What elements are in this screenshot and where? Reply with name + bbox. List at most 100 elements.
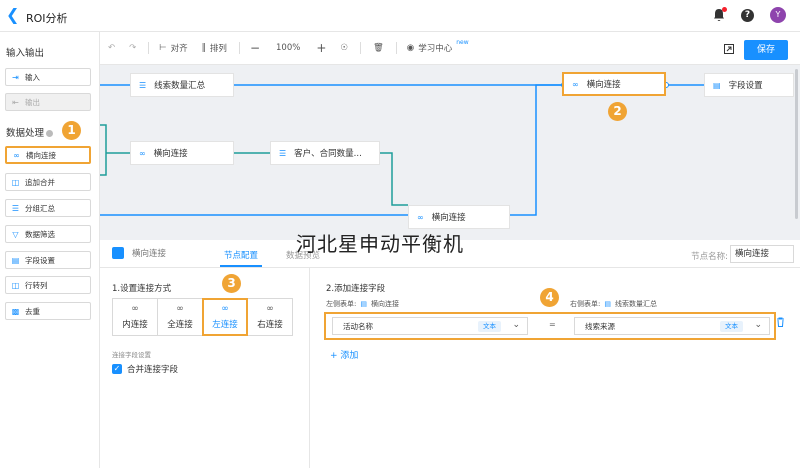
right-table-label: 右侧表单: ▤ 线索数量汇总 <box>570 300 657 308</box>
right-field-select[interactable]: 线索来源 文本 ⌄ <box>574 317 770 335</box>
link-icon: ∞ <box>417 212 424 222</box>
field-type-tag: 文本 <box>720 321 743 332</box>
link-icon: ∞ <box>266 304 274 314</box>
toolbar-divider <box>148 42 150 54</box>
selected-node-chip: 横向连接 <box>112 247 166 259</box>
redo-icon[interactable]: ↷ <box>129 43 136 53</box>
learning-center-button[interactable]: ◉ 学习中心 new <box>406 38 469 55</box>
export-icon[interactable] <box>724 44 734 57</box>
checkmark-icon: ✓ <box>112 364 122 374</box>
filter-icon: ▽ <box>12 229 19 239</box>
pivot-icon: ◫ <box>11 280 20 290</box>
palette-item-group[interactable]: ☰ 分组汇总 <box>5 199 91 217</box>
canvas-node-lead-summary[interactable]: ☰ 线索数量汇总 <box>130 73 234 97</box>
palette-item-output: ⇤ 输出 <box>5 93 91 111</box>
link-icon: ∞ <box>176 304 184 314</box>
arrange-button[interactable]: ‖ 排列 <box>202 42 227 54</box>
group-icon: ☰ <box>11 203 20 213</box>
help-icon[interactable]: ? <box>741 8 754 22</box>
save-button[interactable]: 保存 <box>744 40 788 60</box>
node-name-input[interactable]: 横向连接 <box>730 245 794 263</box>
palette-item-filter[interactable]: ▽ 数据筛选 <box>5 225 91 243</box>
join-type-section: 1.设置连接方式 3 ∞ 内连接 ∞ 全连接 ∞ 左连接 ∞ 右连接 连接字段设置 ✓ … <box>100 268 310 468</box>
palette-item-field-settings[interactable]: ▤ 字段设置 <box>5 251 91 269</box>
left-table-label: 左侧表单: ▤ 横向连接 <box>326 300 399 308</box>
align-button[interactable]: ⊢ 对齐 <box>159 42 187 54</box>
toolbar: ↶ ↷ ⊢ 对齐 ‖ 排列 − 100% + ☉ 🗑 ◉ 学习中心 new 保存 <box>100 32 800 65</box>
zoom-in-icon[interactable]: + <box>316 41 326 55</box>
undo-icon[interactable]: ↶ <box>108 43 115 53</box>
link-icon: ∞ <box>221 304 229 314</box>
zoom-out-icon[interactable]: − <box>250 41 260 55</box>
delete-icon[interactable]: 🗑 <box>373 43 384 53</box>
process-section-title: 数据处理 <box>6 125 54 139</box>
canvas-node-field-settings[interactable]: ▤ 字段设置 <box>704 73 794 97</box>
left-field-select[interactable]: 活动名称 文本 ⌄ <box>332 317 528 335</box>
palette-item-append[interactable]: ◫ 追加合并 <box>5 173 91 191</box>
learning-icon: ◉ <box>406 43 415 53</box>
info-icon <box>46 130 54 137</box>
group-icon: ☰ <box>279 148 287 158</box>
notification-dot <box>722 7 727 12</box>
field-settings-icon: ▤ <box>11 255 20 265</box>
field-type-tag: 文本 <box>478 321 501 332</box>
palette-item-horizontal-join[interactable]: ∞ 横向连接 <box>5 146 91 164</box>
step-badge-4: 4 <box>540 288 559 307</box>
link-icon: ∞ <box>13 150 20 160</box>
flow-canvas[interactable]: ☰ 线索数量汇总 ∞ 横向连接 ☰ 客户、合同数量... ∞ 横向连接 ∞ 横向连接 ▤ 字… <box>100 65 800 240</box>
node-config-panel: 横向连接 节点配置 数据预览 节点名称: 横向连接 1.设置连接方式 3 ∞ 内连… <box>100 240 800 468</box>
delete-row-icon[interactable] <box>776 317 785 330</box>
dedupe-icon: ▩ <box>11 306 20 316</box>
node-name-label: 节点名称: <box>691 252 728 262</box>
zoom-level: 100% <box>276 43 301 53</box>
canvas-node-customer-contract[interactable]: ☰ 客户、合同数量... <box>270 141 380 165</box>
canvas-node-join-1[interactable]: ∞ 横向连接 <box>130 141 234 165</box>
join-right-button[interactable]: ∞ 右连接 <box>247 298 293 336</box>
canvas-node-join-selected[interactable]: ∞ 横向连接 <box>562 72 666 96</box>
align-icon: ⊢ <box>159 43 167 53</box>
link-icon <box>112 247 124 259</box>
tab-node-config[interactable]: 节点配置 <box>224 249 258 261</box>
join-left-button[interactable]: ∞ 左连接 <box>202 298 248 336</box>
join-field-settings-label: 连接字段设置 <box>112 351 151 359</box>
top-actions: ? Y <box>713 7 786 23</box>
join-fields-section: 2.添加连接字段 左侧表单: ▤ 横向连接 4 右侧表单: ▤ 线索数量汇总 活动名称 … <box>320 268 800 468</box>
link-icon: ∞ <box>139 148 146 158</box>
toolbar-divider <box>238 42 240 54</box>
palette-item-pivot[interactable]: ◫ 行转列 <box>5 276 91 294</box>
new-tag: new <box>456 38 469 46</box>
top-bar: ❮ ROI分析 ? Y <box>0 0 800 32</box>
add-field-button[interactable]: + 添加 <box>330 348 358 361</box>
field-settings-icon: ▤ <box>713 80 721 90</box>
append-icon: ◫ <box>11 177 20 187</box>
join-field-mapping-row: 活动名称 文本 ⌄ = 线索来源 文本 ⌄ <box>324 312 776 340</box>
table-icon: ▤ <box>360 300 367 308</box>
palette-item-input[interactable]: ⇥ 输入 <box>5 68 91 86</box>
logout-arrow-icon: ⇤ <box>12 97 19 107</box>
avatar[interactable]: Y <box>770 7 786 23</box>
watermark-text: 河北星申动平衡机 <box>296 232 464 256</box>
palette-item-dedupe[interactable]: ▩ 去重 <box>5 302 91 320</box>
fit-view-icon[interactable]: ☉ <box>340 43 348 53</box>
equals-sign: = <box>549 320 556 329</box>
canvas-scrollbar[interactable] <box>795 69 798 219</box>
step-badge-2: 2 <box>608 102 627 121</box>
toolbar-divider <box>395 42 397 54</box>
toolbar-divider <box>360 42 361 54</box>
step-badge-3: 3 <box>222 274 241 293</box>
login-arrow-icon: ⇥ <box>12 72 19 82</box>
join-fields-title: 2.添加连接字段 <box>326 284 386 294</box>
link-icon: ∞ <box>572 79 579 89</box>
active-tab-indicator <box>220 265 262 267</box>
merge-fields-checkbox[interactable]: ✓ 合并连接字段 <box>112 363 178 375</box>
link-icon: ∞ <box>131 304 139 314</box>
canvas-node-join-2[interactable]: ∞ 横向连接 <box>408 205 510 229</box>
io-section-title: 输入输出 <box>6 48 45 59</box>
join-inner-button[interactable]: ∞ 内连接 <box>112 298 158 336</box>
back-icon[interactable]: ❮ <box>6 5 19 24</box>
node-palette: 输入输出 ⇥ 输入 ⇤ 输出 数据处理 1 ∞ 横向连接 ◫ 追加合并 ☰ 分组… <box>0 32 100 468</box>
notification-bell-icon[interactable] <box>713 7 727 22</box>
chevron-down-icon: ⌄ <box>512 320 520 330</box>
join-full-button[interactable]: ∞ 全连接 <box>157 298 203 336</box>
chevron-down-icon: ⌄ <box>754 320 762 330</box>
